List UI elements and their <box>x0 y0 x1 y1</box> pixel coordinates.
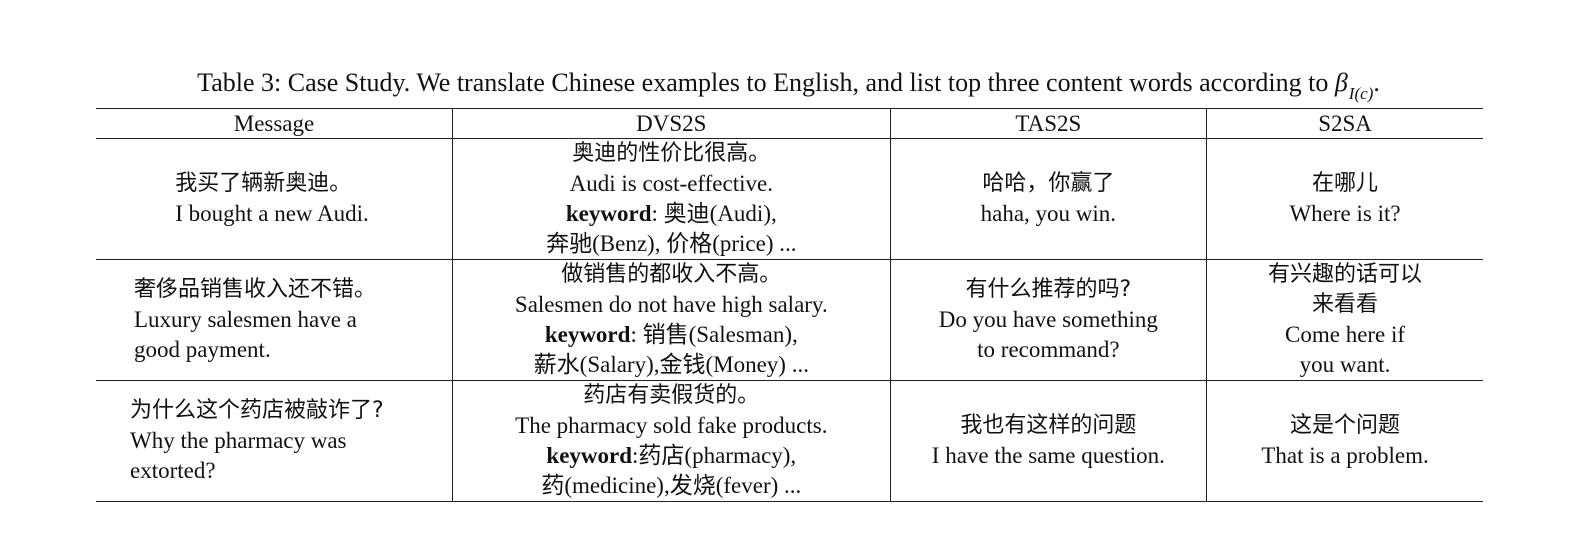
caption-text: Table 3: Case Study. We translate Chines… <box>197 68 1335 97</box>
s2sa-cell: 有兴趣的话可以 来看看 Come here if you want. <box>1206 259 1483 381</box>
header-message: Message <box>96 108 453 139</box>
message-chinese: 奢侈品销售收入还不错。 <box>134 277 377 302</box>
keyword-label: keyword <box>546 443 633 468</box>
tas2s-english: I have the same question. <box>931 443 1165 468</box>
header-row: Message DVS2S TAS2S S2SA <box>96 108 1483 139</box>
s2sa-chinese-line-1: 有兴趣的话可以 <box>1268 262 1423 287</box>
tas2s-cell: 我也有这样的问题 I have the same question. <box>889 380 1208 502</box>
keyword-label: keyword <box>544 322 631 347</box>
s2sa-cell: 这是个问题 That is a problem. <box>1206 380 1483 502</box>
caption-period: . <box>1373 68 1380 97</box>
s2sa-english: That is a problem. <box>1261 443 1429 468</box>
s2sa-cell: 在哪儿 Where is it? <box>1206 138 1483 260</box>
message-cell: 为什么这个药店被敲诈了? Why the pharmacy was extort… <box>96 380 453 502</box>
table-caption: Table 3: Case Study. We translate Chines… <box>0 66 1577 103</box>
dvs2s-chinese: 奥迪的性价比很高。 <box>572 141 771 166</box>
keyword-list: :药店(pharmacy), <box>632 443 797 468</box>
s2sa-chinese: 在哪儿 <box>1312 171 1379 196</box>
header-dvs2s: DVS2S <box>452 108 891 139</box>
dvs2s-keyword-continuation: 薪水(Salary),金钱(Money) ... <box>533 352 809 377</box>
dvs2s-keyword-continuation: 奔驰(Benz), 价格(price) ... <box>546 231 797 256</box>
message-cell: 奢侈品销售收入还不错。 Luxury salesmen have a good … <box>96 259 453 381</box>
tas2s-chinese: 哈哈，你赢了 <box>982 171 1115 196</box>
dvs2s-cell: 药店有卖假货的。 The pharmacy sold fake products… <box>452 380 891 502</box>
caption-beta-symbol: β <box>1334 68 1348 97</box>
message-cell: 我买了辆新奥迪。 I bought a new Audi. <box>96 138 453 260</box>
dvs2s-chinese: 做销售的都收入不高。 <box>561 262 782 287</box>
tas2s-english-line-2: to recommand? <box>977 337 1120 362</box>
message-english-line-1: Luxury salesmen have a <box>134 307 357 332</box>
message-english-line-2: good payment. <box>134 337 271 362</box>
dvs2s-chinese: 药店有卖假货的。 <box>583 383 760 408</box>
dvs2s-cell: 做销售的都收入不高。 Salesmen do not have high sal… <box>452 259 891 381</box>
dvs2s-keyword-line: keyword: 销售(Salesman), <box>453 320 890 350</box>
table-row: 为什么这个药店被敲诈了? Why the pharmacy was extort… <box>96 380 1483 502</box>
message-english: I bought a new Audi. <box>175 201 369 226</box>
keyword-list: : 奥迪(Audi), <box>651 201 777 226</box>
keyword-list: : 销售(Salesman), <box>630 322 798 347</box>
tas2s-chinese: 有什么推荐的吗? <box>965 277 1132 302</box>
dvs2s-english: Salesmen do not have high salary. <box>514 292 828 317</box>
dvs2s-keyword-line: keyword:药店(pharmacy), <box>453 441 890 471</box>
s2sa-english-line-2: you want. <box>1299 352 1391 377</box>
keyword-label: keyword <box>565 201 652 226</box>
tas2s-english-line-1: Do you have something <box>938 307 1158 332</box>
caption-subscript: I(c) <box>1348 84 1374 103</box>
message-english-line-1: Why the pharmacy was <box>130 428 347 453</box>
case-study-table: Message DVS2S TAS2S S2SA 我买了辆新奥迪。 I boug… <box>96 108 1483 502</box>
header-tas2s: TAS2S <box>890 108 1208 139</box>
table-row: 我买了辆新奥迪。 I bought a new Audi. 奥迪的性价比很高。 … <box>96 138 1483 260</box>
table-row: 奢侈品销售收入还不错。 Luxury salesmen have a good … <box>96 259 1483 381</box>
s2sa-english-line-1: Come here if <box>1285 322 1406 347</box>
dvs2s-keyword-line: keyword: 奥迪(Audi), <box>453 199 890 229</box>
s2sa-english: Where is it? <box>1289 201 1401 226</box>
message-english-line-2: extorted? <box>130 458 216 483</box>
s2sa-chinese: 这是个问题 <box>1290 413 1401 438</box>
tas2s-cell: 哈哈，你赢了 haha, you win. <box>889 138 1208 260</box>
tas2s-english: haha, you win. <box>980 201 1117 226</box>
message-chinese: 我买了辆新奥迪。 <box>175 171 352 196</box>
message-chinese: 为什么这个药店被敲诈了? <box>130 398 384 423</box>
s2sa-chinese-line-2: 来看看 <box>1312 292 1379 317</box>
dvs2s-cell: 奥迪的性价比很高。 Audi is cost-effective. keywor… <box>452 138 891 260</box>
dvs2s-english: The pharmacy sold fake products. <box>515 413 828 438</box>
header-s2sa: S2SA <box>1206 108 1483 139</box>
dvs2s-keyword-continuation: 药(medicine),发烧(fever) ... <box>541 473 802 498</box>
dvs2s-english: Audi is cost-effective. <box>569 171 773 196</box>
tas2s-chinese: 我也有这样的问题 <box>960 413 1137 438</box>
tas2s-cell: 有什么推荐的吗? Do you have something to recomm… <box>889 259 1208 381</box>
